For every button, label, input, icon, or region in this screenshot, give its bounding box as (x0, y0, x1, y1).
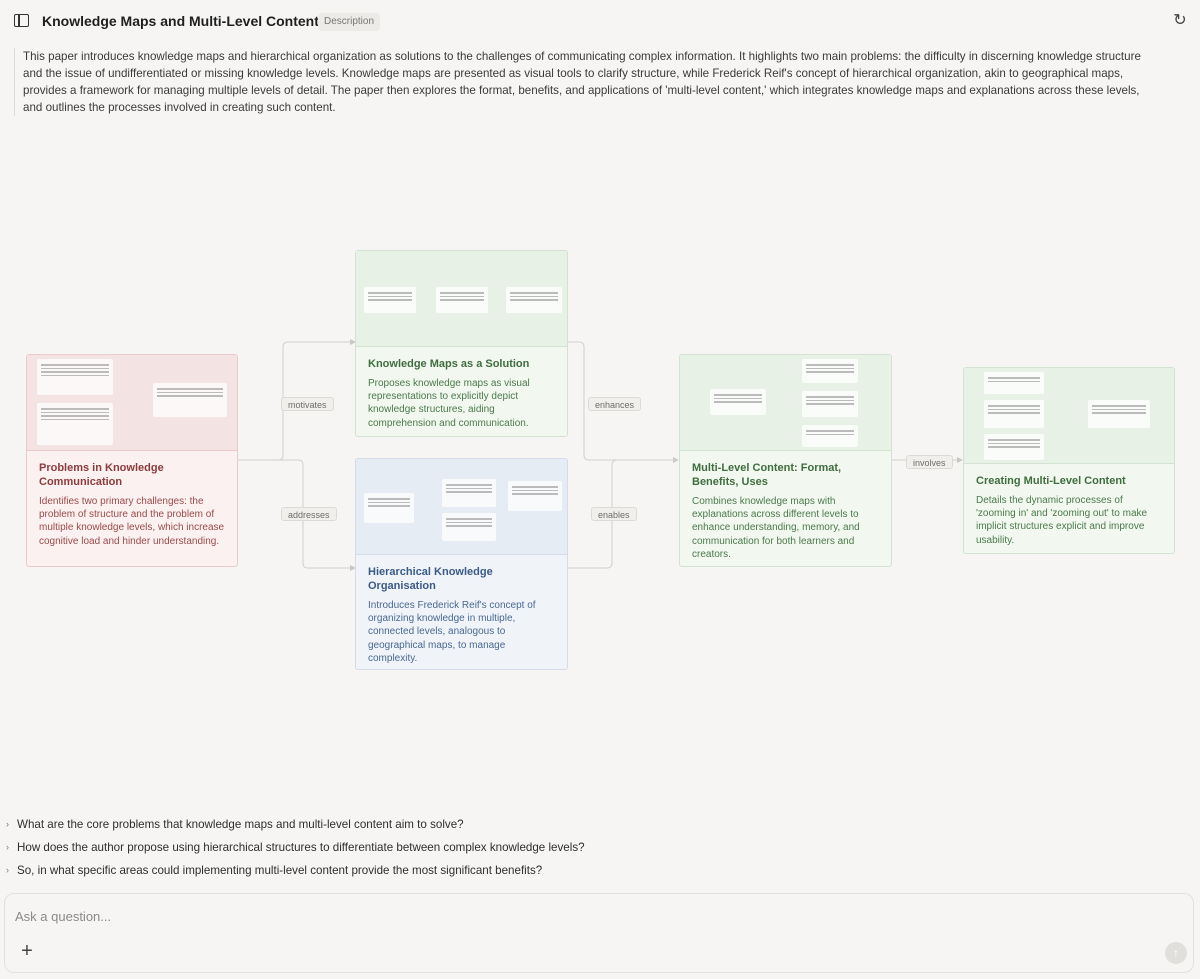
question-text: How does the author propose using hierar… (17, 841, 585, 854)
edge-label-enables: enables (591, 507, 637, 521)
node-thumbnail (356, 251, 567, 347)
question-text: What are the core problems that knowledg… (17, 818, 464, 831)
node-text: Combines knowledge maps with explanation… (692, 496, 860, 560)
node-title: Hierarchical Knowledge Organisation (368, 566, 493, 592)
node-title: Problems in Knowledge Communication (39, 462, 164, 488)
page-title: Knowledge Maps and Multi-Level Content (42, 13, 319, 29)
node-thumbnail (27, 355, 237, 451)
node-text: Proposes knowledge maps as visual repres… (368, 378, 530, 429)
description-text: This paper introduces knowledge maps and… (14, 48, 1154, 116)
suggested-question[interactable]: › So, in what specific areas could imple… (6, 862, 1006, 885)
node-text: Introduces Frederick Reif's concept of o… (368, 600, 536, 664)
node-thumbnail (964, 368, 1174, 464)
chevron-right-icon: › (6, 865, 9, 875)
node-thumbnail (356, 459, 567, 555)
edge-label-involves: involves (906, 455, 953, 469)
node-knowledge-maps[interactable]: Knowledge Maps as a Solution Proposes kn… (355, 250, 568, 437)
refresh-icon[interactable]: ↻ (1171, 12, 1189, 30)
node-title: Creating Multi-Level Content (976, 475, 1126, 487)
node-title: Knowledge Maps as a Solution (368, 358, 530, 370)
ask-box: + ↑ (4, 893, 1194, 973)
ask-input[interactable] (15, 906, 1115, 926)
description-badge[interactable]: Description (318, 13, 381, 31)
node-multi-level-content[interactable]: Multi-Level Content: Format, Benefits, U… (679, 354, 892, 567)
edge-label-enhances: enhances (588, 397, 642, 411)
plus-icon[interactable]: + (17, 941, 37, 961)
suggested-questions: › What are the core problems that knowle… (6, 816, 1006, 885)
sidebar-toggle-icon[interactable] (14, 14, 29, 27)
concept-diagram: motivates addresses enhances enables inv… (0, 240, 1200, 680)
chevron-right-icon: › (6, 819, 9, 829)
edge-label-addresses: addresses (281, 507, 337, 521)
chevron-right-icon: › (6, 842, 9, 852)
suggested-question[interactable]: › What are the core problems that knowle… (6, 816, 1006, 839)
node-problems[interactable]: Problems in Knowledge Communication Iden… (26, 354, 238, 567)
edge-label-motivates: motivates (281, 397, 334, 411)
node-hierarchical-organisation[interactable]: Hierarchical Knowledge Organisation Intr… (355, 458, 568, 670)
node-thumbnail (680, 355, 891, 451)
node-title: Multi-Level Content: Format, Benefits, U… (692, 462, 842, 488)
header: Knowledge Maps and Multi-Level Content D… (0, 0, 1200, 44)
node-text: Details the dynamic processes of 'zoomin… (976, 495, 1148, 546)
suggested-question[interactable]: › How does the author propose using hier… (6, 839, 1006, 862)
node-creating-multi-level-content[interactable]: Creating Multi-Level Content Details the… (963, 367, 1175, 554)
question-text: So, in what specific areas could impleme… (17, 864, 543, 877)
arrow-up-icon[interactable]: ↑ (1165, 942, 1187, 964)
node-text: Identifies two primary challenges: the p… (39, 496, 225, 547)
